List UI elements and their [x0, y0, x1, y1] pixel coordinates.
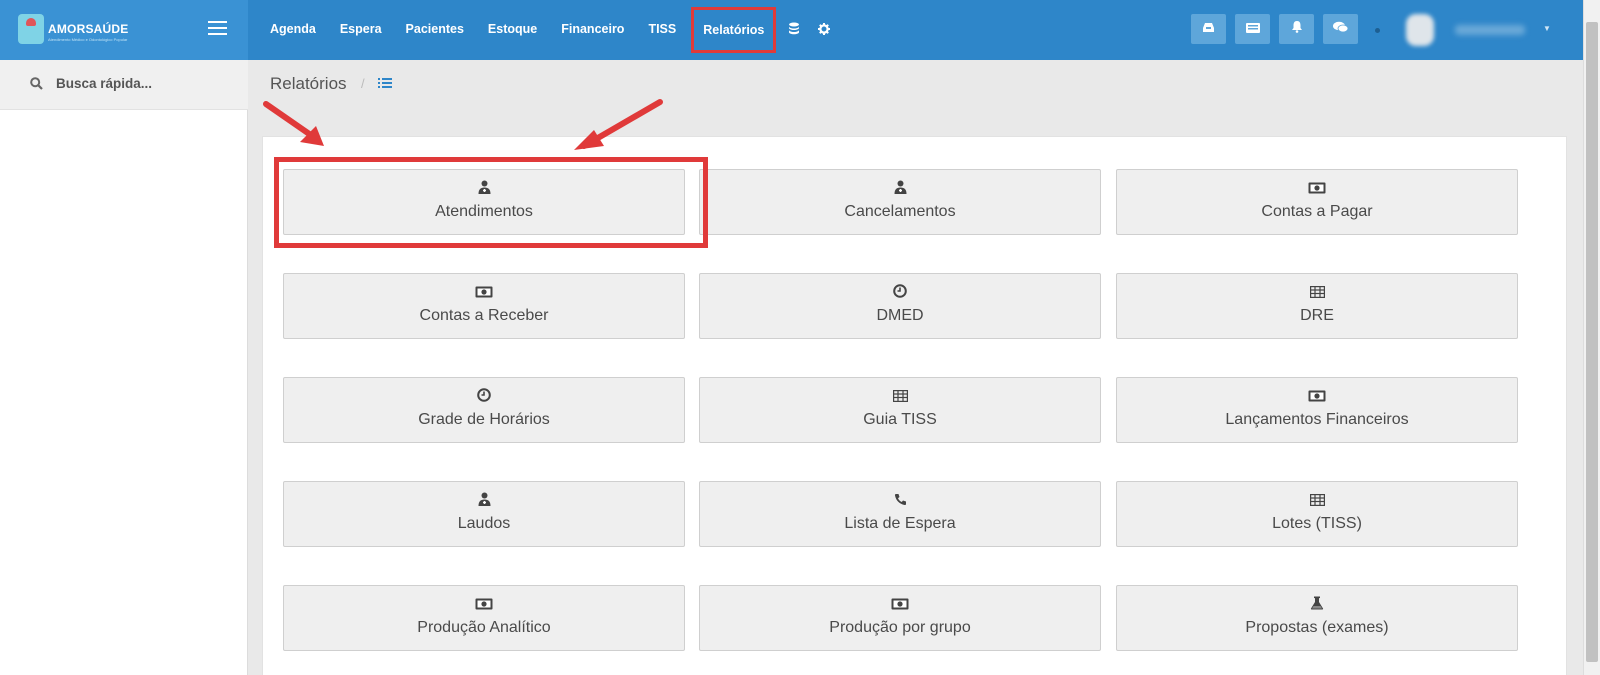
red-arrow-icon	[263, 101, 324, 146]
report-button-dmed[interactable]: DMED	[699, 273, 1101, 339]
flask-icon	[1117, 596, 1517, 614]
main-nav: Agenda Espera Pacientes Estoque Financei…	[258, 0, 839, 60]
report-label: Cancelamentos	[844, 203, 956, 220]
notifications-button[interactable]	[1279, 14, 1314, 44]
report-label: Propostas (exames)	[1245, 619, 1389, 636]
brand-subtitle: Atendimento Médico e Odontológico Popula…	[48, 37, 128, 42]
report-button-producao-analitico[interactable]: Produção Analítico	[283, 585, 685, 651]
nav-espera[interactable]: Espera	[328, 0, 394, 60]
report-label: Contas a Pagar	[1261, 203, 1373, 220]
report-button-dre[interactable]: DRE	[1116, 273, 1518, 339]
gear-icon[interactable]	[809, 22, 839, 38]
report-label: Laudos	[457, 515, 511, 532]
user-doctor-icon	[284, 492, 684, 510]
money-icon	[1117, 180, 1517, 198]
clock-icon	[700, 284, 1100, 302]
scrollbar-thumb[interactable]	[1586, 22, 1598, 662]
red-arrow-icon	[574, 99, 663, 150]
report-label: Lançamentos Financeiros	[1225, 411, 1409, 428]
nav-tiss[interactable]: TISS	[636, 0, 688, 60]
table-icon	[700, 388, 1100, 406]
nav-relatorios[interactable]: Relatórios	[691, 7, 777, 53]
nav-estoque[interactable]: Estoque	[476, 0, 549, 60]
report-button-producao-por-grupo[interactable]: Produção por grupo	[699, 585, 1101, 651]
report-label: Lotes (TISS)	[1272, 515, 1362, 532]
report-button-lancamentos-financeiros[interactable]: Lançamentos Financeiros	[1116, 377, 1518, 443]
chevron-down-icon[interactable]: ▼	[1543, 24, 1551, 33]
avatar[interactable]	[1406, 14, 1434, 46]
inbox-button[interactable]	[1191, 14, 1226, 44]
list-card-icon	[1245, 23, 1260, 33]
report-button-lista-de-espera[interactable]: Lista de Espera	[699, 481, 1101, 547]
status-dot	[1375, 28, 1380, 33]
report-button-cancelamentos[interactable]: Cancelamentos	[699, 169, 1101, 235]
nav-agenda[interactable]: Agenda	[258, 0, 328, 60]
money-icon	[284, 284, 684, 302]
sidebar: Busca rápida...	[0, 60, 248, 675]
page-scrollbar[interactable]	[1583, 0, 1600, 675]
brand-area[interactable]: AMORSAÚDE Atendimento Médico e Odontológ…	[0, 0, 248, 60]
nav-pacientes[interactable]: Pacientes	[394, 0, 476, 60]
report-button-grade-de-horarios[interactable]: Grade de Horários	[283, 377, 685, 443]
quick-search[interactable]: Busca rápida...	[0, 60, 248, 110]
report-label: DRE	[1300, 307, 1334, 324]
list-card-button[interactable]	[1235, 14, 1270, 44]
search-input[interactable]: Busca rápida...	[56, 76, 152, 91]
report-button-guia-tiss[interactable]: Guia TISS	[699, 377, 1101, 443]
report-label: Contas a Receber	[419, 307, 549, 324]
highlight-box	[274, 157, 708, 248]
bell-icon	[1291, 21, 1302, 33]
chat-icon	[1333, 21, 1349, 33]
search-icon	[30, 77, 43, 90]
report-label: Grade de Horários	[418, 411, 550, 428]
phone-icon	[700, 492, 1100, 510]
breadcrumb: Relatórios /	[248, 60, 1583, 110]
menu-toggle-icon[interactable]	[208, 21, 227, 37]
report-label: Guia TISS	[863, 411, 937, 428]
user-doctor-icon	[700, 180, 1100, 198]
logo-icon	[18, 14, 44, 44]
brand-name: AMORSAÚDE	[48, 22, 129, 36]
list-icon[interactable]	[378, 77, 392, 89]
money-icon	[284, 596, 684, 614]
nav-financeiro[interactable]: Financeiro	[549, 0, 636, 60]
report-label: Produção por grupo	[829, 619, 971, 636]
top-navbar: AMORSAÚDE Atendimento Médico e Odontológ…	[0, 0, 1583, 60]
report-label: Produção Analítico	[417, 619, 551, 636]
chat-button[interactable]	[1323, 14, 1358, 44]
money-icon	[1117, 388, 1517, 406]
report-button-lotes-tiss[interactable]: Lotes (TISS)	[1116, 481, 1518, 547]
report-button-laudos[interactable]: Laudos	[283, 481, 685, 547]
report-label: DMED	[876, 307, 924, 324]
report-button-propostas-exames[interactable]: Propostas (exames)	[1116, 585, 1518, 651]
database-icon[interactable]	[779, 22, 809, 38]
user-name-blurred[interactable]	[1455, 25, 1525, 35]
money-icon	[700, 596, 1100, 614]
report-label: Lista de Espera	[844, 515, 956, 532]
inbox-icon	[1203, 23, 1214, 32]
report-button-contas-a-pagar[interactable]: Contas a Pagar	[1116, 169, 1518, 235]
page-title: Relatórios	[270, 74, 347, 93]
breadcrumb-separator: /	[361, 76, 365, 91]
table-icon	[1117, 284, 1517, 302]
report-button-contas-a-receber[interactable]: Contas a Receber	[283, 273, 685, 339]
table-icon	[1117, 492, 1517, 510]
clock-icon	[284, 388, 684, 406]
